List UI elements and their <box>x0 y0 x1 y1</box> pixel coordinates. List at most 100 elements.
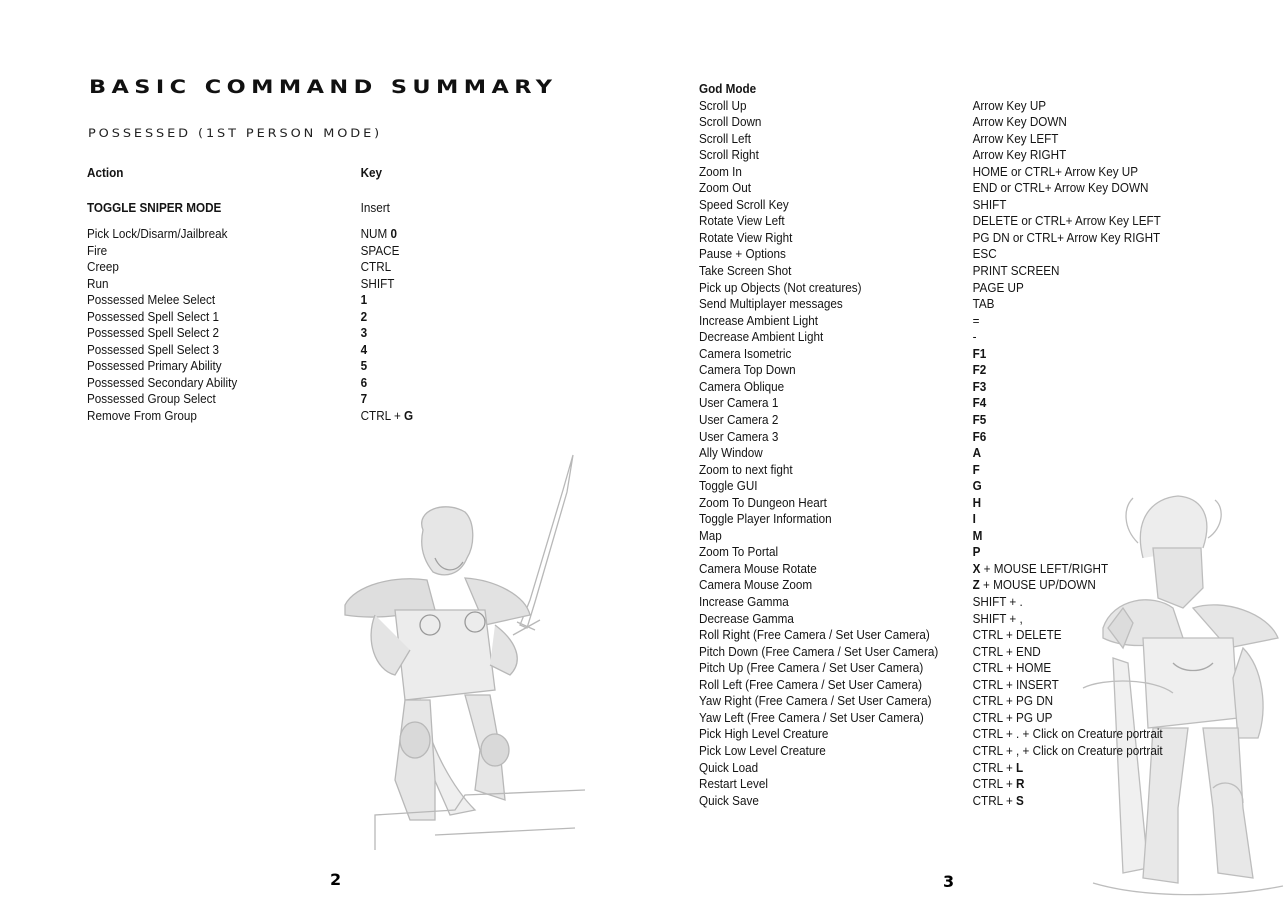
key-column-header: Key <box>360 165 383 180</box>
command-key: SHIFT <box>973 197 1007 214</box>
command-action: Roll Left (Free Camera / Set User Camera… <box>699 676 923 692</box>
command-action: Fire <box>87 242 108 258</box>
key-text: CTRL + . + Click on Creature portrait <box>972 726 1163 742</box>
key-text: END or CTRL+ Arrow Key DOWN <box>972 180 1149 196</box>
command-key: F1 <box>973 346 987 363</box>
command-key: ESC <box>973 246 997 263</box>
command-key: SHIFT <box>361 276 395 293</box>
key-text: Arrow Key DOWN <box>972 114 1067 130</box>
command-action: Scroll Down <box>699 114 762 130</box>
command-action: Camera Oblique <box>699 378 785 394</box>
command-key: Arrow Key RIGHT <box>973 147 1067 164</box>
command-key: 1 <box>361 292 368 309</box>
key-text: SHIFT <box>360 275 395 291</box>
command-key: F <box>973 462 980 479</box>
command-action: Pitch Up (Free Camera / Set User Camera) <box>699 660 924 676</box>
command-action: Possessed Melee Select <box>87 292 216 307</box>
key-suffix-text: + MOUSE LEFT/RIGHT <box>980 560 1109 576</box>
key-text: = <box>972 312 980 328</box>
command-action: Creep <box>87 259 119 274</box>
command-key: Insert <box>360 200 390 215</box>
key-text: - <box>972 329 977 345</box>
command-key: 3 <box>361 325 368 342</box>
command-action: Possessed Secondary Ability <box>87 374 238 390</box>
section-subtitle: POSSESSED (1ST PERSON MODE) <box>88 126 383 140</box>
right-page: God Mode Scroll Up Arrow Key UP Scroll Dow… <box>643 0 1286 909</box>
command-action: Zoom Out <box>699 180 752 196</box>
key-text: DELETE or CTRL+ Arrow Key LEFT <box>972 213 1161 229</box>
command-key: SHIFT + , <box>973 611 1023 628</box>
command-action: Rotate View Left <box>699 213 785 229</box>
command-action: Possessed Group Select <box>87 391 216 406</box>
key-text: SHIFT + , <box>972 610 1023 626</box>
key-text: CTRL + DELETE <box>972 627 1062 643</box>
command-action: Send Multiplayer messages <box>699 296 843 312</box>
command-action: Zoom In <box>699 163 742 179</box>
command-key: 5 <box>361 358 368 375</box>
command-action: Decrease Ambient Light <box>699 329 824 345</box>
key-bold-text: F <box>972 461 980 477</box>
command-action: Quick Save <box>699 792 759 808</box>
key-bold-text: H <box>972 494 982 510</box>
key-bold-text: 0 <box>390 226 398 241</box>
command-action: Zoom To Dungeon Heart <box>699 494 827 510</box>
command-action: Pitch Down (Free Camera / Set User Camer… <box>699 643 939 659</box>
command-key: CTRL + HOME <box>973 660 1052 677</box>
command-action: Decrease Gamma <box>699 610 794 626</box>
command-action: Possessed Spell Select 1 <box>87 308 220 324</box>
command-action: Toggle Player Information <box>699 511 832 527</box>
command-key: F5 <box>973 412 987 429</box>
command-action: Zoom To Portal <box>699 544 779 560</box>
key-text: CTRL + <box>972 776 1017 792</box>
command-action: Possessed Spell Select 2 <box>87 325 220 340</box>
command-key: F2 <box>973 362 987 379</box>
command-key: G <box>973 478 982 495</box>
key-text: CTRL + HOME <box>972 660 1052 676</box>
key-text: SHIFT + . <box>972 594 1023 609</box>
command-key: CTRL + DELETE <box>973 627 1062 644</box>
key-bold-text: F2 <box>972 362 987 378</box>
command-action: Pick up Objects (Not creatures) <box>699 279 862 295</box>
key-bold-text: 5 <box>360 358 368 373</box>
command-action: Scroll Up <box>699 97 747 113</box>
command-key: F6 <box>973 429 987 446</box>
command-action: Camera Top Down <box>699 362 796 378</box>
command-key: X + MOUSE LEFT/RIGHT <box>973 561 1109 578</box>
command-key: CTRL + L <box>973 760 1024 777</box>
key-bold-text: 7 <box>360 391 368 406</box>
page-number: 2 <box>330 870 342 889</box>
key-text: Arrow Key UP <box>972 97 1047 113</box>
key-text: CTRL + <box>360 407 405 423</box>
key-text: Arrow Key LEFT <box>972 130 1059 146</box>
command-action: Increase Gamma <box>699 594 789 609</box>
command-action: Pick High Level Creature <box>699 726 829 742</box>
command-action: Take Screen Shot <box>699 263 792 278</box>
command-action: Possessed Primary Ability <box>87 358 222 373</box>
command-key: 2 <box>361 309 368 326</box>
command-key: 6 <box>361 375 368 392</box>
command-action: Pick Lock/Disarm/Jailbreak <box>87 226 228 241</box>
key-text: ESC <box>972 246 997 262</box>
command-key: P <box>973 544 981 561</box>
command-key: SPACE <box>361 243 400 260</box>
key-bold-text: G <box>972 478 982 494</box>
key-text: PAGE UP <box>972 279 1024 295</box>
key-text: CTRL + <box>972 792 1017 808</box>
key-text: SHIFT <box>972 196 1007 212</box>
command-action: Camera Isometric <box>699 345 792 361</box>
command-action: Map <box>699 527 722 543</box>
page-title: BASIC COMMAND SUMMARY <box>89 76 558 98</box>
knight-illustration <box>335 450 590 850</box>
key-text: CTRL + PG DN <box>972 693 1054 709</box>
key-bold-text: Z <box>972 577 980 593</box>
command-key: Arrow Key UP <box>973 98 1046 115</box>
command-action: Pause + Options <box>699 246 786 262</box>
command-key: TAB <box>973 296 995 313</box>
command-action: Yaw Left (Free Camera / Set User Camera) <box>699 709 924 725</box>
command-key: PAGE UP <box>973 280 1024 297</box>
command-key: DELETE or CTRL+ Arrow Key LEFT <box>973 213 1161 230</box>
command-action: Camera Mouse Zoom <box>699 577 813 593</box>
key-bold-text: S <box>1016 792 1024 808</box>
command-key: CTRL + S <box>973 793 1024 810</box>
command-key: CTRL <box>361 259 392 276</box>
